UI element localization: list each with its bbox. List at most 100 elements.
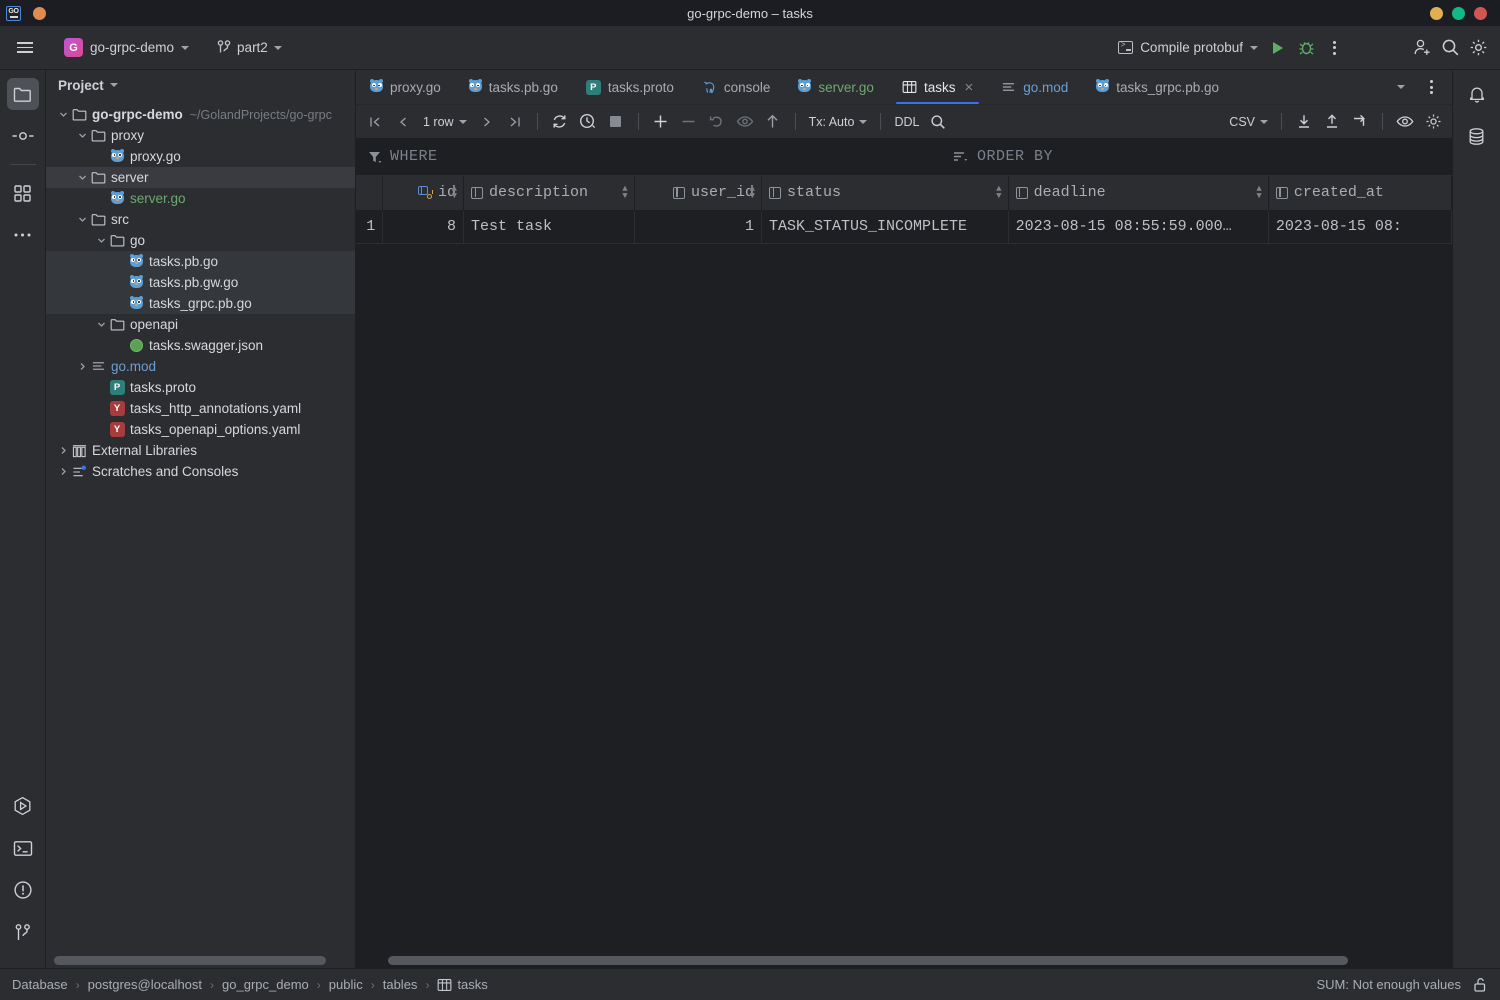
tree-item-go-grpc-demo[interactable]: go-grpc-demo~/GolandProjects/go-grpc xyxy=(46,104,355,125)
tree-item-server-go[interactable]: server.go xyxy=(46,188,355,209)
transaction-mode-selector[interactable]: Tx: Auto xyxy=(805,115,872,129)
breadcrumb-item-tables[interactable]: tables xyxy=(383,977,418,992)
tree-expand-toggle[interactable] xyxy=(56,110,70,119)
run-configuration-selector[interactable]: Compile protobuf xyxy=(1112,37,1264,58)
revert-button[interactable] xyxy=(704,109,730,135)
previous-page-button[interactable] xyxy=(390,109,416,135)
unlocked-padlock-icon[interactable] xyxy=(1473,977,1488,993)
scrollbar-thumb[interactable] xyxy=(388,956,1348,965)
cell-status[interactable]: TASK_STATUS_INCOMPLETE xyxy=(762,210,1009,243)
tree-expand-toggle[interactable] xyxy=(75,131,89,140)
tabs-list-button[interactable] xyxy=(1388,74,1414,100)
tree-item-proxy-go[interactable]: proxy.go xyxy=(46,146,355,167)
tab-tasks-proto[interactable]: Ptasks.proto xyxy=(572,70,688,104)
search-everywhere-button[interactable] xyxy=(1436,34,1464,62)
tabs-more-button[interactable] xyxy=(1418,74,1444,100)
sidebar-item-database[interactable] xyxy=(1461,120,1493,152)
data-grid[interactable]: id▲▼description▲▼user_id▲▼status▲▼deadli… xyxy=(356,176,1452,952)
tree-expand-toggle[interactable] xyxy=(56,467,70,476)
chevron-down-icon[interactable] xyxy=(78,173,87,182)
stop-button[interactable] xyxy=(603,109,629,135)
chevron-right-icon[interactable] xyxy=(78,362,87,371)
tree-item-tasks-swagger-json[interactable]: tasks.swagger.json xyxy=(46,335,355,356)
delete-row-button[interactable] xyxy=(676,109,702,135)
tree-expand-toggle[interactable] xyxy=(56,446,70,455)
cell-deadline[interactable]: 2023-08-15 08:55:59.000… xyxy=(1008,210,1268,243)
sidebar-item-notifications[interactable] xyxy=(1461,78,1493,110)
sidebar-item-structure[interactable] xyxy=(7,177,39,209)
sidebar-item-commit[interactable] xyxy=(7,120,39,152)
submit-button[interactable] xyxy=(760,109,786,135)
tab-go-mod[interactable]: go.mod xyxy=(987,70,1082,104)
sidebar-item-version-control[interactable] xyxy=(7,916,39,948)
export-format-selector[interactable]: CSV xyxy=(1225,115,1272,129)
tab-tasks-pb-go[interactable]: tasks.pb.go xyxy=(455,70,572,104)
tree-expand-toggle[interactable] xyxy=(75,362,89,371)
tree-item-src[interactable]: src xyxy=(46,209,355,230)
chevron-down-icon[interactable] xyxy=(78,131,87,140)
export-data-button[interactable] xyxy=(1291,109,1317,135)
jump-to-query-button[interactable] xyxy=(1347,109,1373,135)
breadcrumb-item-postgres-localhost[interactable]: postgres@localhost xyxy=(88,977,202,992)
tree-item-server[interactable]: server xyxy=(46,167,355,188)
sidebar-item-project[interactable] xyxy=(7,78,39,110)
tree-item-tasks-pb-go[interactable]: tasks.pb.go xyxy=(46,251,355,272)
tree-item-openapi[interactable]: openapi xyxy=(46,314,355,335)
chevron-down-icon[interactable] xyxy=(97,236,106,245)
tree-item-tasks-http-annotations-yaml[interactable]: Ytasks_http_annotations.yaml xyxy=(46,398,355,419)
commit-changes-button[interactable] xyxy=(732,109,758,135)
refresh-button[interactable] xyxy=(547,109,573,135)
where-clause-field[interactable]: WHERE xyxy=(356,148,867,165)
tab-server-go[interactable]: server.go xyxy=(784,70,888,104)
tree-item-tasks-pb-gw-go[interactable]: tasks.pb.gw.go xyxy=(46,272,355,293)
view-options-button[interactable] xyxy=(1392,109,1418,135)
tree-expand-toggle[interactable] xyxy=(75,173,89,182)
sidebar-item-terminal[interactable] xyxy=(7,832,39,864)
settings-button[interactable] xyxy=(1464,34,1492,62)
next-page-button[interactable] xyxy=(474,109,500,135)
order-by-clause-field[interactable]: ORDER BY xyxy=(867,148,1452,165)
breadcrumb-item-database[interactable]: Database xyxy=(12,977,68,992)
table-row[interactable]: 18Test task1TASK_STATUS_INCOMPLETE2023-0… xyxy=(356,210,1452,243)
chevron-down-icon[interactable] xyxy=(78,215,87,224)
column-header-created_at[interactable]: created_at xyxy=(1268,176,1451,210)
breadcrumb-item-public[interactable]: public xyxy=(329,977,363,992)
grid-horizontal-scrollbar[interactable] xyxy=(356,952,1452,968)
tab-tasks-grpc-pb-go[interactable]: tasks_grpc.pb.go xyxy=(1082,70,1233,104)
tree-item-proxy[interactable]: proxy xyxy=(46,125,355,146)
run-button[interactable] xyxy=(1264,34,1292,62)
tab-console[interactable]: console xyxy=(688,70,785,104)
data-settings-button[interactable] xyxy=(1420,109,1446,135)
row-count-selector[interactable]: 1 row xyxy=(418,115,472,129)
column-header-status[interactable]: status▲▼ xyxy=(762,176,1009,210)
breadcrumb-item-tasks[interactable]: tasks xyxy=(437,977,487,992)
debug-button[interactable] xyxy=(1292,34,1320,62)
close-button[interactable] xyxy=(1474,7,1487,20)
maximize-button[interactable] xyxy=(1452,7,1465,20)
sort-handle-icon[interactable]: ▲▼ xyxy=(996,186,1001,200)
column-header-description[interactable]: description▲▼ xyxy=(464,176,635,210)
grid-search-button[interactable] xyxy=(925,109,951,135)
sort-handle-icon[interactable]: ▲▼ xyxy=(750,186,755,200)
tree-item-go-mod[interactable]: go.mod xyxy=(46,356,355,377)
tree-item-go[interactable]: go xyxy=(46,230,355,251)
tree-item-tasks-grpc-pb-go[interactable]: tasks_grpc.pb.go xyxy=(46,293,355,314)
close-icon[interactable]: × xyxy=(964,80,973,95)
tree-item-tasks-proto[interactable]: Ptasks.proto xyxy=(46,377,355,398)
tab-tasks[interactable]: tasks× xyxy=(888,70,987,104)
project-selector[interactable]: G go-grpc-demo xyxy=(58,35,195,60)
first-page-button[interactable] xyxy=(362,109,388,135)
tree-item-scratches-and-consoles[interactable]: Scratches and Consoles xyxy=(46,461,355,482)
add-row-button[interactable] xyxy=(648,109,674,135)
chevron-down-icon[interactable] xyxy=(110,83,118,87)
sort-handle-icon[interactable]: ▲▼ xyxy=(1256,186,1261,200)
chevron-down-icon[interactable] xyxy=(97,320,106,329)
chevron-right-icon[interactable] xyxy=(59,446,68,455)
sort-handle-icon[interactable]: ▲▼ xyxy=(622,186,627,200)
git-branch-selector[interactable]: part2 xyxy=(211,37,288,58)
cell-created_at[interactable]: 2023-08-15 08: xyxy=(1268,210,1451,243)
ddl-button[interactable]: DDL xyxy=(890,115,923,129)
sidebar-item-problems[interactable] xyxy=(7,874,39,906)
sort-handle-icon[interactable]: ▲▼ xyxy=(452,186,457,200)
tree-item-external-libraries[interactable]: External Libraries xyxy=(46,440,355,461)
